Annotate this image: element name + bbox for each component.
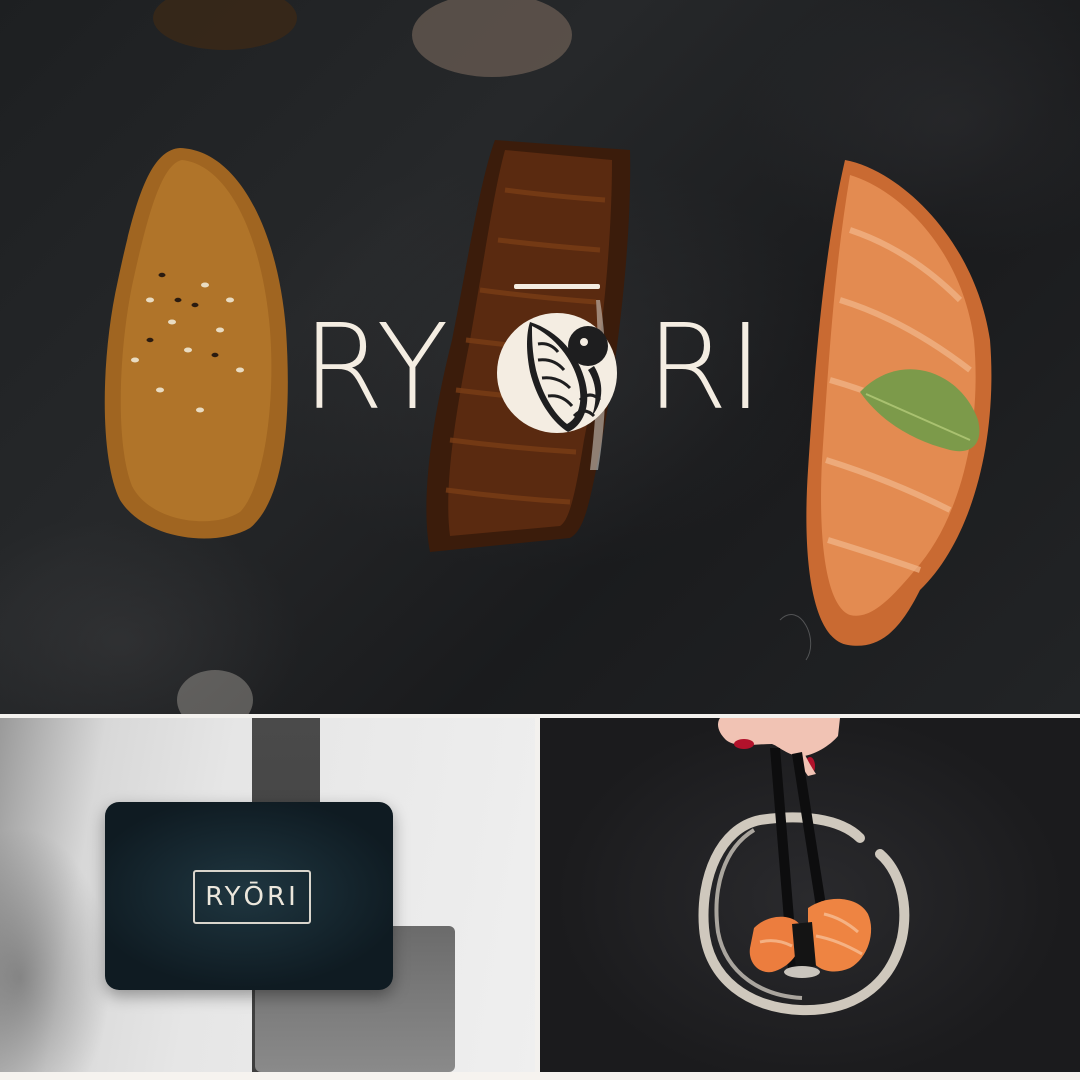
window-shadow xyxy=(0,778,120,1072)
logo-letters-left: RY xyxy=(302,298,449,436)
sushi-piece xyxy=(749,898,872,978)
chopsticks-illustration xyxy=(698,718,910,1016)
top-sushi-fragment-right xyxy=(412,0,572,77)
inari-sushi xyxy=(104,148,288,539)
bottom-rice-fragment xyxy=(177,670,253,714)
business-card: RYŌRI xyxy=(105,802,393,990)
logo-letters-right: RI xyxy=(646,298,763,436)
top-sushi-fragment-left xyxy=(153,0,297,50)
ryori-logo: RY RI xyxy=(302,282,782,442)
card-logo-text: RYŌRI xyxy=(205,882,299,912)
enso-circle-icon xyxy=(698,812,910,1016)
card-logo-frame: RYŌRI xyxy=(193,870,311,924)
hero-panel: RY RI xyxy=(0,0,1080,714)
bottom-strip xyxy=(0,1072,1080,1080)
koi-fish-circle-icon xyxy=(497,284,617,433)
business-card-panel: RYŌRI xyxy=(0,718,535,1072)
salmon-nigiri xyxy=(806,160,992,646)
chopsticks-panel xyxy=(540,718,1080,1072)
